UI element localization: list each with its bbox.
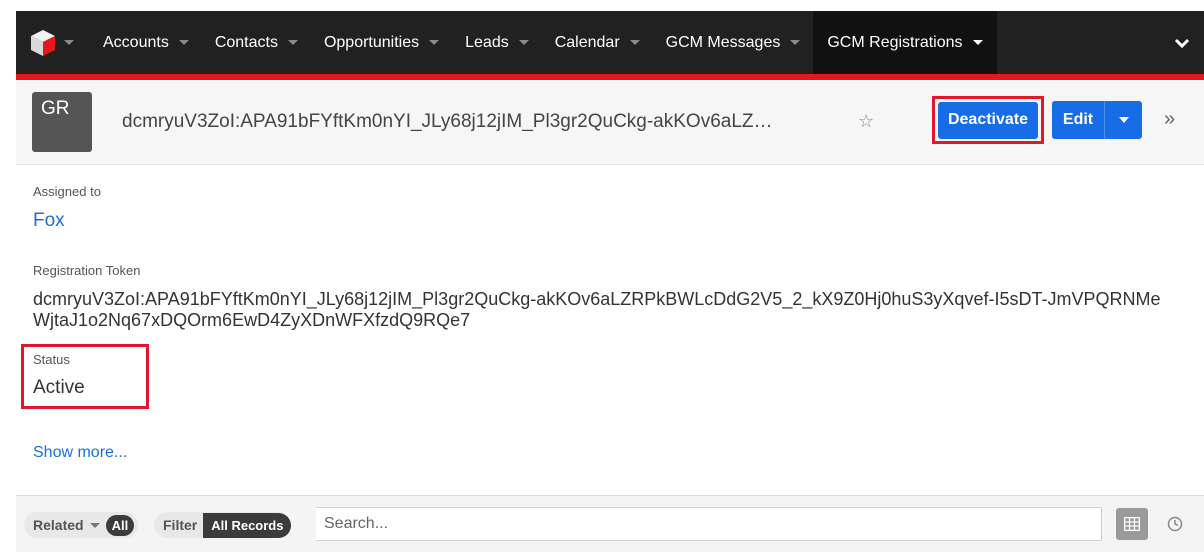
nav-item-contacts[interactable]: Contacts <box>202 11 311 74</box>
chevron-down-icon <box>89 522 100 528</box>
filter-label: Filter <box>163 517 198 533</box>
nav-item-label: Opportunities <box>323 33 420 51</box>
chevron-down-icon[interactable] <box>518 40 529 45</box>
registration-token-value: dcmryuV3ZoI:APA91bFYftKm0nYI_JLy68j12jIM… <box>33 289 1161 330</box>
nav-item-label: Accounts <box>103 33 169 51</box>
nav-item-label: GCM Messages <box>665 33 781 51</box>
assigned-to-label: Assigned to <box>33 184 101 199</box>
module-badge: GR <box>32 92 92 152</box>
nav-item-opportunities[interactable]: Opportunities <box>311 11 452 74</box>
nav-item-calendar[interactable]: Calendar <box>542 11 653 74</box>
chevron-down-icon[interactable] <box>790 40 801 45</box>
nav-item-gcm-registrations[interactable]: GCM Registrations <box>813 11 997 74</box>
chevron-down-icon[interactable] <box>429 40 440 45</box>
chevron-down-icon <box>1118 117 1129 123</box>
favorite-star-icon[interactable]: ☆ <box>858 111 874 132</box>
chevron-down-icon <box>1174 38 1190 48</box>
toggle-sidebar-icon[interactable]: » <box>1164 108 1175 131</box>
chevron-down-icon[interactable] <box>972 40 983 45</box>
show-more-link[interactable]: Show more... <box>33 444 127 462</box>
main-nav: Accounts Contacts Opportunities Leads Ca… <box>16 11 1204 80</box>
sugar-cube-logo-icon <box>30 29 56 57</box>
list-view-button[interactable] <box>1116 508 1148 540</box>
nav-item-label: Contacts <box>214 33 278 51</box>
nav-item-label: Calendar <box>554 33 620 51</box>
home-menu[interactable] <box>16 11 90 74</box>
filter-dropdown[interactable]: Filter All Records <box>154 512 292 538</box>
nav-item-label: GCM Registrations <box>827 33 963 51</box>
chevron-down-icon[interactable] <box>287 40 298 45</box>
grid-view-icon <box>1124 517 1140 531</box>
filter-all-records-tag: All Records <box>203 512 292 538</box>
edit-button[interactable]: Edit <box>1052 101 1104 139</box>
edit-button-group: Edit <box>1052 101 1142 139</box>
status-value: Active <box>33 377 85 398</box>
nav-item-leads[interactable]: Leads <box>452 11 542 74</box>
nav-more-menu[interactable] <box>1160 11 1204 74</box>
record-title: dcmryuV3ZoI:APA91bFYftKm0nYI_JLy68j12jIM… <box>122 111 773 132</box>
nav-item-label: Leads <box>465 33 509 51</box>
related-dropdown[interactable]: Related All <box>24 512 139 538</box>
search-input[interactable] <box>316 507 1102 541</box>
related-label: Related <box>33 517 84 533</box>
record-header: GR dcmryuV3ZoI:APA91bFYftKm0nYI_JLy68j12… <box>16 81 1204 165</box>
subpanel-toolbar: Related All Filter All Records <box>16 495 1204 552</box>
chevron-down-icon[interactable] <box>629 40 640 45</box>
deactivate-highlight-box: Deactivate <box>932 96 1044 144</box>
top-bar: Accounts Contacts Opportunities Leads Ca… <box>0 0 1204 81</box>
nav-item-gcm-messages[interactable]: GCM Messages <box>653 11 814 74</box>
deactivate-button[interactable]: Deactivate <box>938 101 1038 139</box>
status-label: Status <box>33 352 70 367</box>
nav-item-accounts[interactable]: Accounts <box>90 11 202 74</box>
nav-accent-line <box>16 74 1204 80</box>
clock-icon <box>1167 516 1183 532</box>
related-all-tag: All <box>105 514 135 536</box>
activity-stream-button[interactable] <box>1160 508 1190 540</box>
chevron-down-icon[interactable] <box>178 40 189 45</box>
home-menu-caret-icon <box>64 40 74 45</box>
assigned-to-link[interactable]: Fox <box>33 210 65 232</box>
edit-actions-dropdown[interactable] <box>1104 101 1142 139</box>
registration-token-label: Registration Token <box>33 263 141 278</box>
